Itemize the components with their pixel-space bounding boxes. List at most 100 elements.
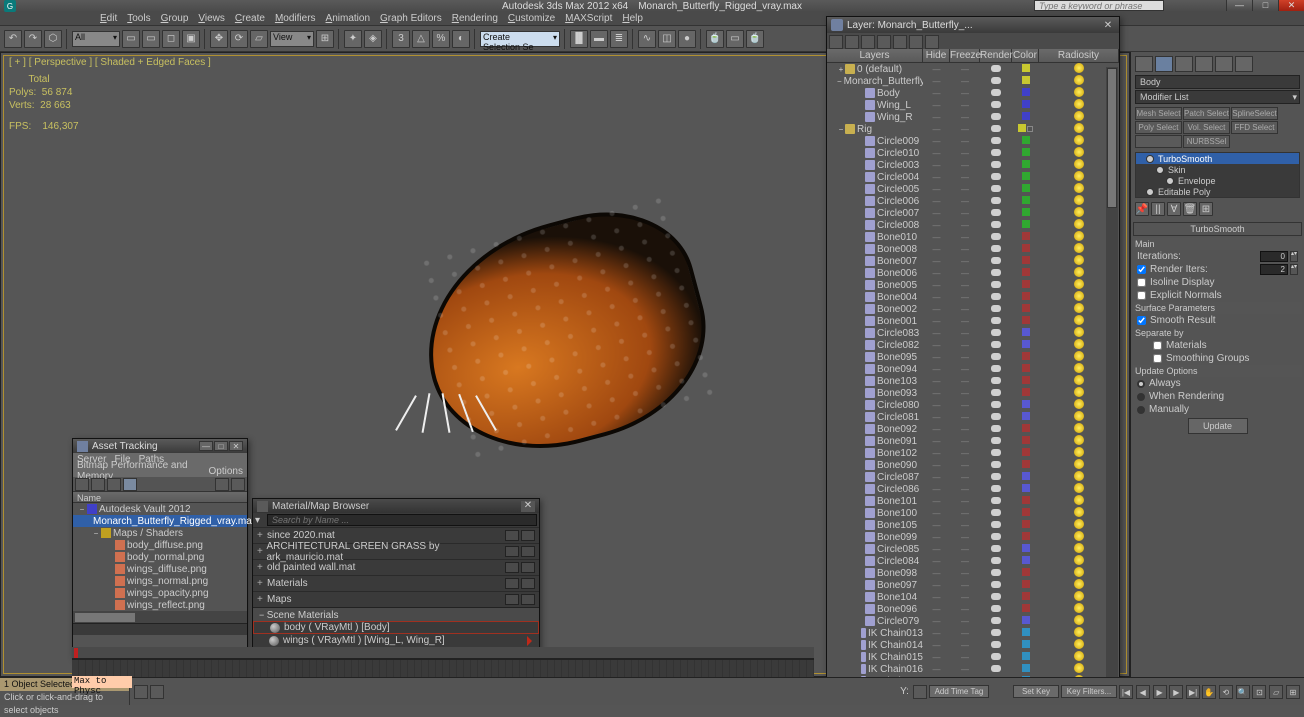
pan-button[interactable]: ✋ <box>1202 685 1216 699</box>
window-crossing-button[interactable]: ▣ <box>182 30 200 48</box>
select-button[interactable]: ▭ <box>122 30 140 48</box>
selection-lock-button[interactable] <box>134 685 148 699</box>
layer-row[interactable]: Circle081—— <box>827 411 1119 423</box>
update-render-radio[interactable] <box>1137 393 1145 401</box>
mirror-button[interactable]: ▐▌ <box>570 30 588 48</box>
asset-row[interactable]: Monarch_Butterfly_Rigged_vray.max <box>73 515 247 527</box>
layer-row[interactable]: +0 (default)—— <box>827 63 1119 75</box>
maximize-button[interactable]: □ <box>1252 0 1278 11</box>
modify-tab[interactable] <box>1155 56 1173 72</box>
layer-row[interactable]: Bone099—— <box>827 531 1119 543</box>
update-manual-radio[interactable] <box>1137 406 1145 414</box>
render-frame-button[interactable]: ▭ <box>726 30 744 48</box>
sep-sg-check[interactable] <box>1153 354 1162 363</box>
rotate-button[interactable]: ⟳ <box>230 30 248 48</box>
asset-row[interactable]: wings_reflect.png <box>73 599 247 611</box>
layer-row[interactable]: Bone091—— <box>827 435 1119 447</box>
layer-row[interactable]: Bone008—— <box>827 243 1119 255</box>
asset-name-column[interactable]: Name <box>73 491 247 503</box>
object-name-field[interactable]: Body <box>1135 75 1300 89</box>
set-key-button[interactable]: Set Key <box>1013 685 1059 698</box>
layer-row[interactable]: IK Chain013—— <box>827 627 1119 639</box>
help-search-input[interactable] <box>1034 0 1164 11</box>
layer-row[interactable]: Circle004—— <box>827 171 1119 183</box>
move-button[interactable]: ✥ <box>210 30 228 48</box>
add-to-layer-button[interactable] <box>861 35 875 49</box>
create-tab[interactable] <box>1135 56 1153 72</box>
show-end-button[interactable]: || <box>1151 202 1165 216</box>
asset-row[interactable]: body_diffuse.png <box>73 539 247 551</box>
layer-row[interactable]: Bone002—— <box>827 303 1119 315</box>
stack-turbosmooth[interactable]: TurboSmooth <box>1136 153 1299 164</box>
schematic-button[interactable]: ◫ <box>658 30 676 48</box>
layer-row[interactable]: Circle003—— <box>827 159 1119 171</box>
curve-editor-button[interactable]: ∿ <box>638 30 656 48</box>
selection-filter-combo[interactable]: All <box>72 31 120 47</box>
stack-editable-poly[interactable]: Editable Poly <box>1136 186 1299 197</box>
iterations-spinner[interactable]: 0 <box>1260 251 1288 262</box>
modifier-list-combo[interactable]: Modifier List <box>1135 90 1300 104</box>
layer-row[interactable]: Bone097—— <box>827 579 1119 591</box>
remove-mod-button[interactable]: 🗑 <box>1183 202 1197 216</box>
layer-row[interactable]: Bone007—— <box>827 255 1119 267</box>
unique-button[interactable]: ∀ <box>1167 202 1181 216</box>
layer-row[interactable]: Bone004—— <box>827 291 1119 303</box>
layer-row[interactable]: Bone101—— <box>827 495 1119 507</box>
material-search-input[interactable] <box>267 514 537 526</box>
menu-help[interactable]: Help <box>622 13 643 24</box>
freeze-unfreeze-button[interactable] <box>925 35 939 49</box>
select-highlighted-button[interactable] <box>877 35 891 49</box>
layer-row[interactable]: Circle008—— <box>827 219 1119 231</box>
modifier-stack[interactable]: TurboSmoothSkinEnvelopeEditable Poly <box>1135 152 1300 198</box>
stack-skin[interactable]: Skin <box>1136 164 1299 175</box>
scene-materials-section[interactable]: − Scene Materials <box>253 607 539 621</box>
layer-row[interactable]: Bone104—— <box>827 591 1119 603</box>
layer-row[interactable]: Circle083—— <box>827 327 1119 339</box>
menu-create[interactable]: Create <box>235 13 265 24</box>
maxscript-listener[interactable]: Max to Physc <box>72 676 132 688</box>
material-options-arrow[interactable]: ▾ <box>255 515 265 526</box>
layer-row[interactable]: Body—— <box>827 87 1119 99</box>
layer-row[interactable]: Circle007—— <box>827 207 1119 219</box>
menu-animation[interactable]: Animation <box>326 13 370 24</box>
layer-row[interactable]: Bone095—— <box>827 351 1119 363</box>
named-selection-combo[interactable]: Create Selection Se <box>480 31 560 47</box>
mat-lib-row[interactable]: +Materials <box>253 575 539 591</box>
key-filters-button[interactable]: Key Filters... <box>1061 685 1117 698</box>
layer-title-bar[interactable]: Layer: Monarch_Butterfly_... ✕ <box>827 17 1119 33</box>
selset-vol.-select[interactable]: Vol. Select <box>1183 121 1230 134</box>
layer-row[interactable]: Bone100—— <box>827 507 1119 519</box>
close-button[interactable]: ✕ <box>1278 0 1304 11</box>
menu-maxscript[interactable]: MAXScript <box>565 13 612 24</box>
motion-tab[interactable] <box>1195 56 1213 72</box>
layer-close-button[interactable]: ✕ <box>1101 20 1115 31</box>
smooth-result-check[interactable] <box>1137 316 1146 325</box>
hierarchy-tab[interactable] <box>1175 56 1193 72</box>
asset-row[interactable]: body_normal.png <box>73 551 247 563</box>
keymode-button[interactable]: ◈ <box>364 30 382 48</box>
asset-row[interactable]: −Autodesk Vault 2012 <box>73 503 247 515</box>
display-tab[interactable] <box>1215 56 1233 72</box>
layer-row[interactable]: Circle080—— <box>827 399 1119 411</box>
layer-row[interactable]: Bone102—— <box>827 447 1119 459</box>
selset-mesh-select[interactable]: Mesh Select <box>1135 107 1182 120</box>
scale-button[interactable]: ▱ <box>250 30 268 48</box>
layer-row[interactable]: Circle087—— <box>827 471 1119 483</box>
selset-patch-select[interactable]: Patch Select <box>1183 107 1230 120</box>
maximize-viewport-button[interactable]: ⊞ <box>1286 685 1300 699</box>
menu-graph-editors[interactable]: Graph Editors <box>380 13 442 24</box>
layer-row[interactable]: Bone103—— <box>827 375 1119 387</box>
asset-list[interactable]: −Autodesk Vault 2012Monarch_Butterfly_Ri… <box>73 503 247 611</box>
spinner-snap-button[interactable]: ◐ <box>452 30 470 48</box>
layer-row[interactable]: Circle085—— <box>827 543 1119 555</box>
angle-snap-button[interactable]: △ <box>412 30 430 48</box>
asset-max-button[interactable]: □ <box>214 441 228 451</box>
menu-tools[interactable]: Tools <box>127 13 150 24</box>
app-icon[interactable]: G <box>4 0 16 12</box>
render-setup-button[interactable]: 🍵 <box>706 30 724 48</box>
layer-row[interactable]: Bone096—— <box>827 603 1119 615</box>
explicit-normals-check[interactable] <box>1137 291 1146 300</box>
asset-row[interactable]: −Maps / Shaders <box>73 527 247 539</box>
zoom-extents-button[interactable]: ⊡ <box>1252 685 1266 699</box>
material-wings[interactable]: wings ( VRayMtl ) [Wing_L, Wing_R] <box>253 634 539 647</box>
